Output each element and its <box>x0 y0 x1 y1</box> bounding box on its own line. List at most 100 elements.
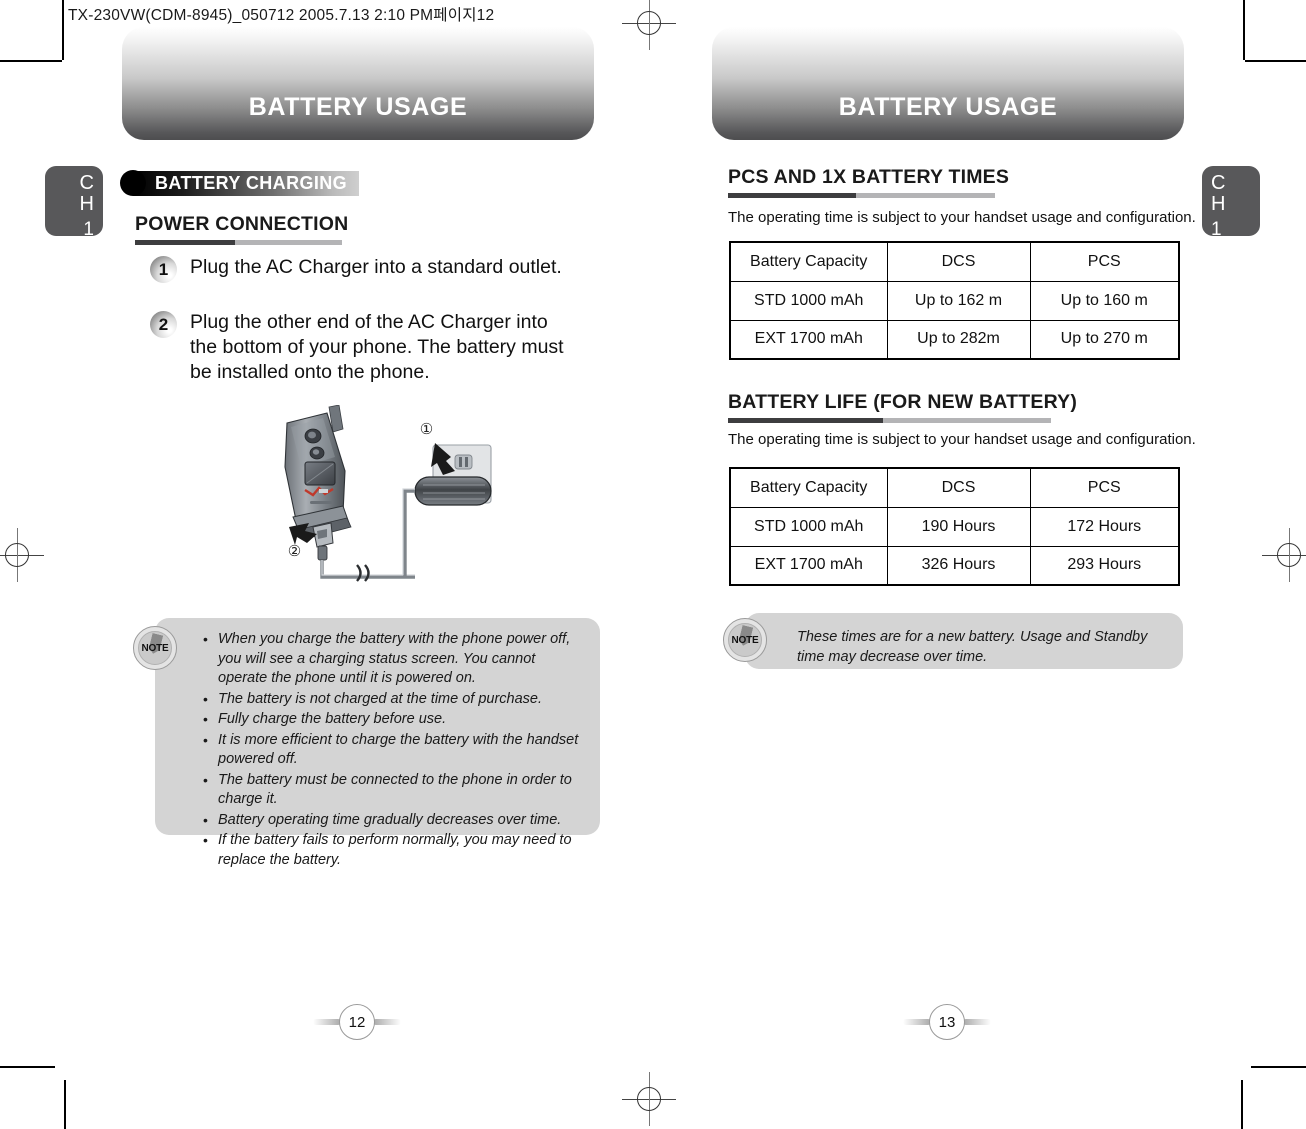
note-item-text: The battery must be connected to the pho… <box>218 771 572 808</box>
left-page-banner: BATTERY USAGE <box>122 27 594 140</box>
manual-page-spread: TX-230VW(CDM-8945)_050712 2005.7.13 2:10… <box>0 0 1306 1129</box>
note-list-item: • When you charge the battery with the ph… <box>203 630 584 689</box>
table-cell: EXT 1700 mAh <box>729 545 888 586</box>
note-item-text: When you charge the battery with the pho… <box>218 631 571 686</box>
table-cell: Up to 160 m <box>1029 280 1180 321</box>
bullet-icon: • <box>203 771 208 788</box>
callout-marker-2: ② <box>287 542 302 560</box>
pcs-battery-times-title: PCS AND 1X BATTERY TIMES <box>728 166 1010 188</box>
crop-mark-top-left-horizontal <box>0 60 62 62</box>
note-list-item: • The battery is not charged at the time … <box>203 690 584 710</box>
page-number-wing-right <box>373 1019 401 1025</box>
left-page-number-value: 12 <box>339 1004 375 1040</box>
step-2-number: 2 <box>158 314 169 334</box>
step-1-number: 1 <box>158 259 169 279</box>
pcs-battery-times-table: Battery Capacity DCS PCS STD 1000 mAh Up… <box>729 241 1180 360</box>
left-page-number: 12 <box>311 1004 403 1040</box>
note-list-item: • The battery must be connected to the ph… <box>203 771 584 810</box>
left-banner-title: BATTERY USAGE <box>248 93 468 121</box>
note-item-text: If the battery fails to perform normally… <box>218 832 572 868</box>
table-row: EXT 1700 mAh Up to 282m Up to 270 m <box>729 319 1180 360</box>
right-page-banner: BATTERY USAGE <box>712 27 1184 140</box>
battery-charging-label-bar: BATTERY CHARGING <box>120 170 360 196</box>
callout-marker-1: ① <box>419 420 434 438</box>
note-item-text: It is more efficient to charge the batte… <box>218 731 579 768</box>
right-chapter-letter-c: C <box>1211 172 1226 194</box>
step-2-text: Plug the other end of the AC Charger int… <box>190 311 564 383</box>
power-connection-title: POWER CONNECTION <box>135 213 349 235</box>
left-chapter-tab: C H 1 <box>45 166 103 240</box>
crop-mark-bottom-left-horizontal <box>0 1066 55 1068</box>
left-chapter-letter-h: H <box>79 193 94 215</box>
right-note-box: NOTE These times are for a new battery. … <box>723 613 1183 669</box>
table-cell: STD 1000 mAh <box>729 280 888 321</box>
section-rule <box>135 240 348 245</box>
bullet-icon: • <box>203 811 208 828</box>
note-list-item: • Fully charge the battery before use. <box>203 710 584 730</box>
table-cell: 172 Hours <box>1029 506 1180 547</box>
step-number-badge: 2 <box>150 311 177 338</box>
label-bar-text: BATTERY CHARGING <box>155 172 348 193</box>
crop-mark-bottom-right-vertical <box>1241 1080 1243 1129</box>
section-rule <box>728 193 1009 198</box>
step-number-badge: 1 <box>150 256 177 283</box>
table-cell: STD 1000 mAh <box>729 506 888 547</box>
note-list-item: • If the battery fails to perform normall… <box>203 831 584 870</box>
note-icon-label: NOTE <box>141 642 169 654</box>
right-chapter-letter-h: H <box>1211 193 1226 215</box>
bullet-icon: • <box>203 631 208 647</box>
table-header-cell: PCS <box>1029 467 1180 508</box>
registration-mark-right <box>1262 528 1306 582</box>
section-2-intro: The operating time is subject to your ha… <box>728 431 1196 448</box>
section-1-intro: The operating time is subject to your ha… <box>728 209 1196 226</box>
table-header-cell: DCS <box>886 467 1031 508</box>
bullet-icon: • <box>203 731 208 748</box>
left-chapter-letter-c: C <box>79 172 94 194</box>
note-icon: NOTE <box>723 618 767 662</box>
note-list-item: • It is more efficient to charge the batt… <box>203 731 584 770</box>
right-note-text: These times are for a new battery. Usage… <box>797 629 1148 665</box>
file-info-header: TX-230VW(CDM-8945)_050712 2005.7.13 2:10… <box>68 7 495 24</box>
note-icon-label: NOTE <box>731 634 759 646</box>
table-header-row: Battery Capacity DCS PCS <box>729 467 1180 508</box>
battery-life-section-header: BATTERY LIFE (FOR NEW BATTERY) <box>728 391 1077 423</box>
right-chapter-tab: C H 1 <box>1202 166 1260 240</box>
illustration-svg <box>284 404 492 582</box>
table-cell: Up to 270 m <box>1029 319 1180 360</box>
power-connection-section-header: POWER CONNECTION <box>135 213 348 245</box>
left-chapter-number: 1 <box>83 219 94 240</box>
page-number-wing-left <box>903 1019 931 1025</box>
table-header-cell: DCS <box>886 241 1031 282</box>
step-item-1: 1 Plug the AC Charger into a standard ou… <box>150 255 570 283</box>
crop-mark-bottom-right-horizontal <box>1251 1066 1306 1068</box>
page-number-wing-right <box>963 1019 991 1025</box>
battery-life-table: Battery Capacity DCS PCS STD 1000 mAh 19… <box>729 467 1180 586</box>
note-item-text: Battery operating time gradually decreas… <box>218 811 562 828</box>
table-header-cell: Battery Capacity <box>729 467 888 508</box>
bullet-circle-icon <box>120 170 146 196</box>
step-item-2: 2 Plug the other end of the AC Charger i… <box>150 310 580 385</box>
bullet-icon: • <box>203 832 208 848</box>
step-1-text: Plug the AC Charger into a standard outl… <box>190 256 562 278</box>
battery-life-title: BATTERY LIFE (FOR NEW BATTERY) <box>728 391 1078 413</box>
note-item-text: Fully charge the battery before use. <box>218 711 447 727</box>
note-list-item: • Battery operating time gradually decrea… <box>203 811 584 831</box>
right-page-number-value: 13 <box>929 1004 965 1040</box>
crop-mark-bottom-left-vertical <box>64 1080 66 1129</box>
table-cell: 326 Hours <box>886 545 1031 586</box>
table-row: STD 1000 mAh Up to 162 m Up to 160 m <box>729 280 1180 321</box>
label-bar-body: BATTERY CHARGING <box>133 170 360 196</box>
table-header-row: Battery Capacity DCS PCS <box>729 241 1180 282</box>
table-cell: 293 Hours <box>1029 545 1180 586</box>
right-banner-title: BATTERY USAGE <box>838 93 1058 121</box>
note-icon: NOTE <box>133 626 177 670</box>
note-item-text: The battery is not charged at the time o… <box>218 690 543 707</box>
table-cell: Up to 162 m <box>886 280 1031 321</box>
table-row: STD 1000 mAh 190 Hours 172 Hours <box>729 506 1180 547</box>
table-header-cell: Battery Capacity <box>729 241 888 282</box>
crop-mark-top-left-vertical <box>62 0 64 60</box>
left-note-box: NOTE • When you charge the battery with t… <box>133 618 600 868</box>
table-cell: 190 Hours <box>886 506 1031 547</box>
table-header-cell: PCS <box>1029 241 1180 282</box>
table-row: EXT 1700 mAh 326 Hours 293 Hours <box>729 545 1180 586</box>
